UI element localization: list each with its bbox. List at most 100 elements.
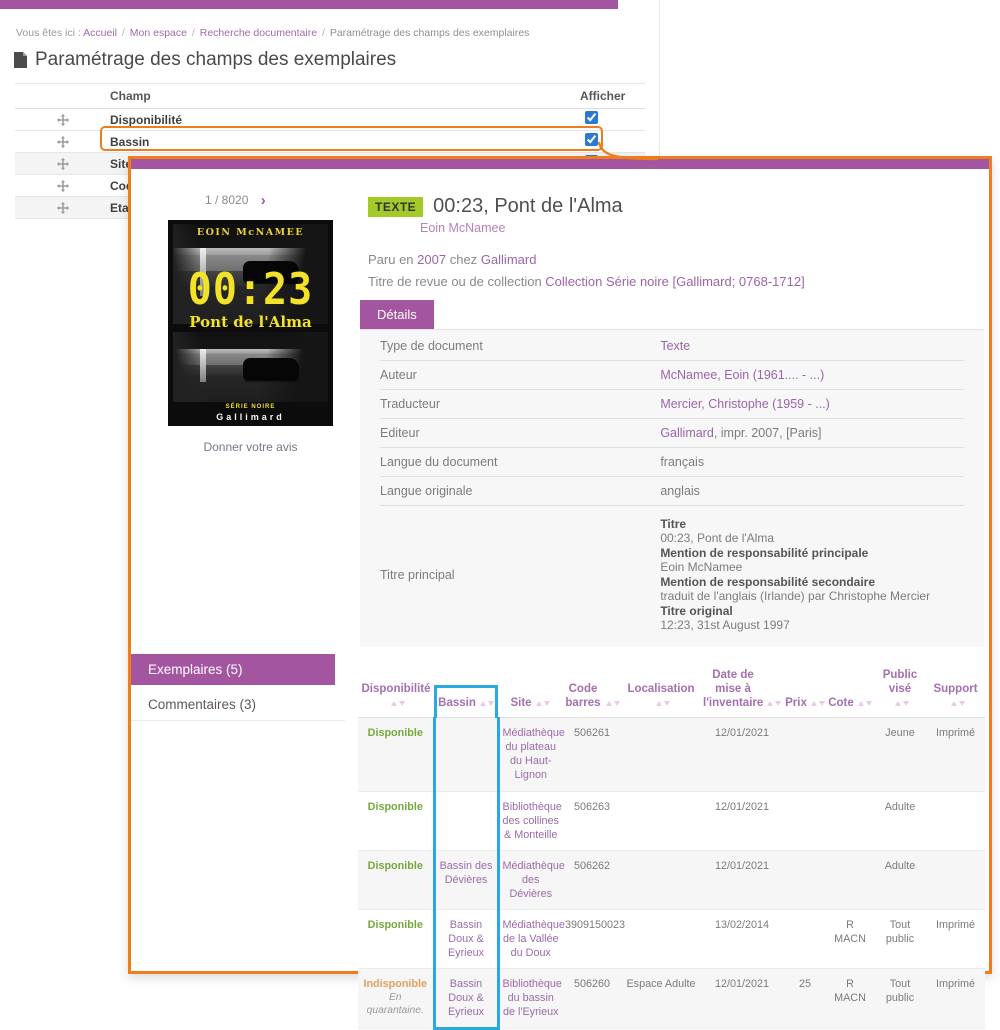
copies-table-body: Disponible Médiathèque du plateau du Haut…: [358, 718, 985, 1029]
cell-dispo: Disponible: [358, 791, 434, 850]
site-link[interactable]: Bibliothèque des collines & Monteille: [503, 801, 562, 841]
col-label: Localisation: [627, 683, 694, 695]
record-section-tabs: Exemplaires (5) Commentaires (3): [131, 654, 345, 721]
record-author-link[interactable]: Eoin McNamee: [420, 221, 505, 235]
detail-label: Auteur: [380, 368, 660, 382]
cell-public: Tout public: [874, 909, 926, 968]
next-result-icon[interactable]: ›: [261, 192, 266, 209]
move-icon[interactable]: [15, 114, 110, 126]
detail-value: anglais: [660, 484, 964, 498]
breadcrumb-link[interactable]: Mon espace: [130, 27, 187, 39]
details-rows: Type de documentTexteAuteurMcNamee, Eoin…: [380, 332, 964, 506]
sort-icon: [480, 701, 494, 706]
main-title-text: 00:23, Pont de l'Alma: [660, 531, 964, 545]
cell-site: Médiathèque des Dévières: [498, 850, 562, 909]
breadcrumb-link[interactable]: Recherche documentaire: [200, 27, 317, 39]
col-header-cote[interactable]: Cote: [826, 667, 874, 718]
bassin-link[interactable]: Bassin Doux & Eyrieux: [448, 919, 484, 959]
col-header-dispo[interactable]: Disponibilité: [358, 667, 434, 718]
review-link[interactable]: Donner votre avis: [168, 440, 333, 454]
breadcrumb-current: Paramétrage des champs des exemplaires: [330, 27, 530, 39]
fields-header-row: Champ Afficher: [15, 84, 645, 109]
col-header-bassin[interactable]: Bassin: [434, 667, 498, 718]
col-header-site[interactable]: Site: [498, 667, 562, 718]
availability-status: Disponible: [361, 918, 430, 932]
cell-code: 506262: [562, 850, 622, 909]
record-title-row: TEXTE 00:23, Pont de l'Alma: [368, 195, 984, 218]
cell-site: Médiathèque de la Vallée du Doux: [498, 909, 562, 968]
cell-date: 12/01/2021: [700, 718, 784, 791]
cell-code: 506260: [562, 968, 622, 1028]
collection-line: Titre de revue ou de collection Collecti…: [368, 274, 984, 289]
move-icon[interactable]: [15, 202, 110, 214]
tab-details[interactable]: Détails: [360, 300, 434, 329]
detail-value-link[interactable]: Texte: [660, 339, 690, 353]
doc-type-badge: TEXTE: [368, 197, 423, 217]
tab-commentaires[interactable]: Commentaires (3): [131, 689, 335, 720]
col-header-support[interactable]: Support: [926, 667, 985, 718]
cell-dispo: Disponible: [358, 850, 434, 909]
move-icon[interactable]: [15, 136, 110, 148]
overlay-purple-bar: [131, 159, 989, 169]
col-header-prix[interactable]: Prix: [784, 667, 826, 718]
col-header-date[interactable]: Date de mise à l'inventaire: [700, 667, 784, 718]
col-label: Public visé: [880, 669, 920, 697]
cell-loc: Espace Adulte: [622, 968, 700, 1028]
bassin-link[interactable]: Bassin des Dévières: [440, 860, 493, 886]
publisher-link[interactable]: Gallimard: [481, 252, 537, 267]
detail-row: Langue originaleanglais: [380, 477, 964, 506]
breadcrumb-link[interactable]: Accueil: [83, 27, 117, 39]
detail-label: Langue originale: [380, 484, 660, 498]
cell-prix: [784, 909, 826, 968]
detail-value-link[interactable]: McNamee, Eoin (1961.... - ...): [660, 368, 824, 382]
site-link[interactable]: Médiathèque de la Vallée du Doux: [503, 919, 565, 959]
main-title-text: Eoin McNamee: [660, 560, 964, 574]
detail-label: Titre principal: [380, 568, 660, 582]
breadcrumb-separator: /: [319, 27, 328, 39]
col-header-code[interactable]: Code barres: [562, 667, 622, 718]
col-label: Cote: [828, 697, 854, 709]
cell-bassin: [434, 718, 498, 791]
breadcrumb-separator: /: [119, 27, 128, 39]
col-header-loc[interactable]: Localisation: [622, 667, 700, 718]
col-label: Support: [933, 683, 977, 695]
afficher-checkbox[interactable]: [585, 133, 598, 146]
copy-row: Disponible Bassin Doux & Eyrieux Médiathèq…: [358, 909, 985, 968]
cell-public: Adulte: [874, 850, 926, 909]
cell-prix: 25: [784, 968, 826, 1028]
afficher-checkbox[interactable]: [585, 111, 598, 124]
collection-link[interactable]: Collection Série noire [Gallimard; 0768-…: [545, 274, 804, 289]
detail-value-link[interactable]: Gallimard: [660, 426, 714, 440]
copies-header-row: Disponibilité Bassin Site Code barres Locali…: [358, 667, 985, 718]
bassin-link[interactable]: Bassin Doux & Eyrieux: [448, 978, 484, 1018]
cover-photo-bottom: [173, 332, 328, 402]
cell-cote: R MACN: [826, 968, 874, 1028]
col-header-public[interactable]: Public visé: [874, 667, 926, 718]
detail-value-link[interactable]: Mercier, Christophe (1959 - ...): [660, 397, 830, 411]
col-label: Bassin: [438, 697, 476, 709]
detail-label: Editeur: [380, 426, 660, 440]
availability-status: Indisponible: [361, 977, 430, 991]
cell-site: Bibliothèque du bassin de l'Eyrieux: [498, 968, 562, 1028]
site-link[interactable]: Bibliothèque du bassin de l'Eyrieux: [503, 978, 562, 1018]
move-icon[interactable]: [15, 180, 110, 192]
publication-year-link[interactable]: 2007: [417, 252, 446, 267]
move-icon[interactable]: [15, 158, 110, 170]
cell-loc: [622, 909, 700, 968]
cell-dispo: Disponible: [358, 909, 434, 968]
sort-icon: [858, 701, 872, 706]
col-label: Date de mise à l'inventaire: [703, 669, 763, 710]
cell-date: 12/01/2021: [700, 968, 784, 1028]
main-title-heading: Titre original: [660, 604, 964, 618]
cover-title: Pont de l'Alma: [168, 313, 333, 331]
site-link[interactable]: Médiathèque du plateau du Haut-Lignon: [503, 727, 565, 781]
sort-icon: [606, 701, 620, 706]
site-link[interactable]: Médiathèque des Dévières: [503, 860, 565, 900]
copy-row: Disponible Bibliothèque des collines & Mo…: [358, 791, 985, 850]
sort-icon: [391, 701, 405, 706]
detail-label: Langue du document: [380, 455, 660, 469]
tab-exemplaires[interactable]: Exemplaires (5): [131, 654, 335, 685]
breadcrumb-prefix: Vous êtes ici :: [16, 27, 81, 39]
cell-bassin: [434, 791, 498, 850]
col-label: Site: [510, 697, 531, 709]
